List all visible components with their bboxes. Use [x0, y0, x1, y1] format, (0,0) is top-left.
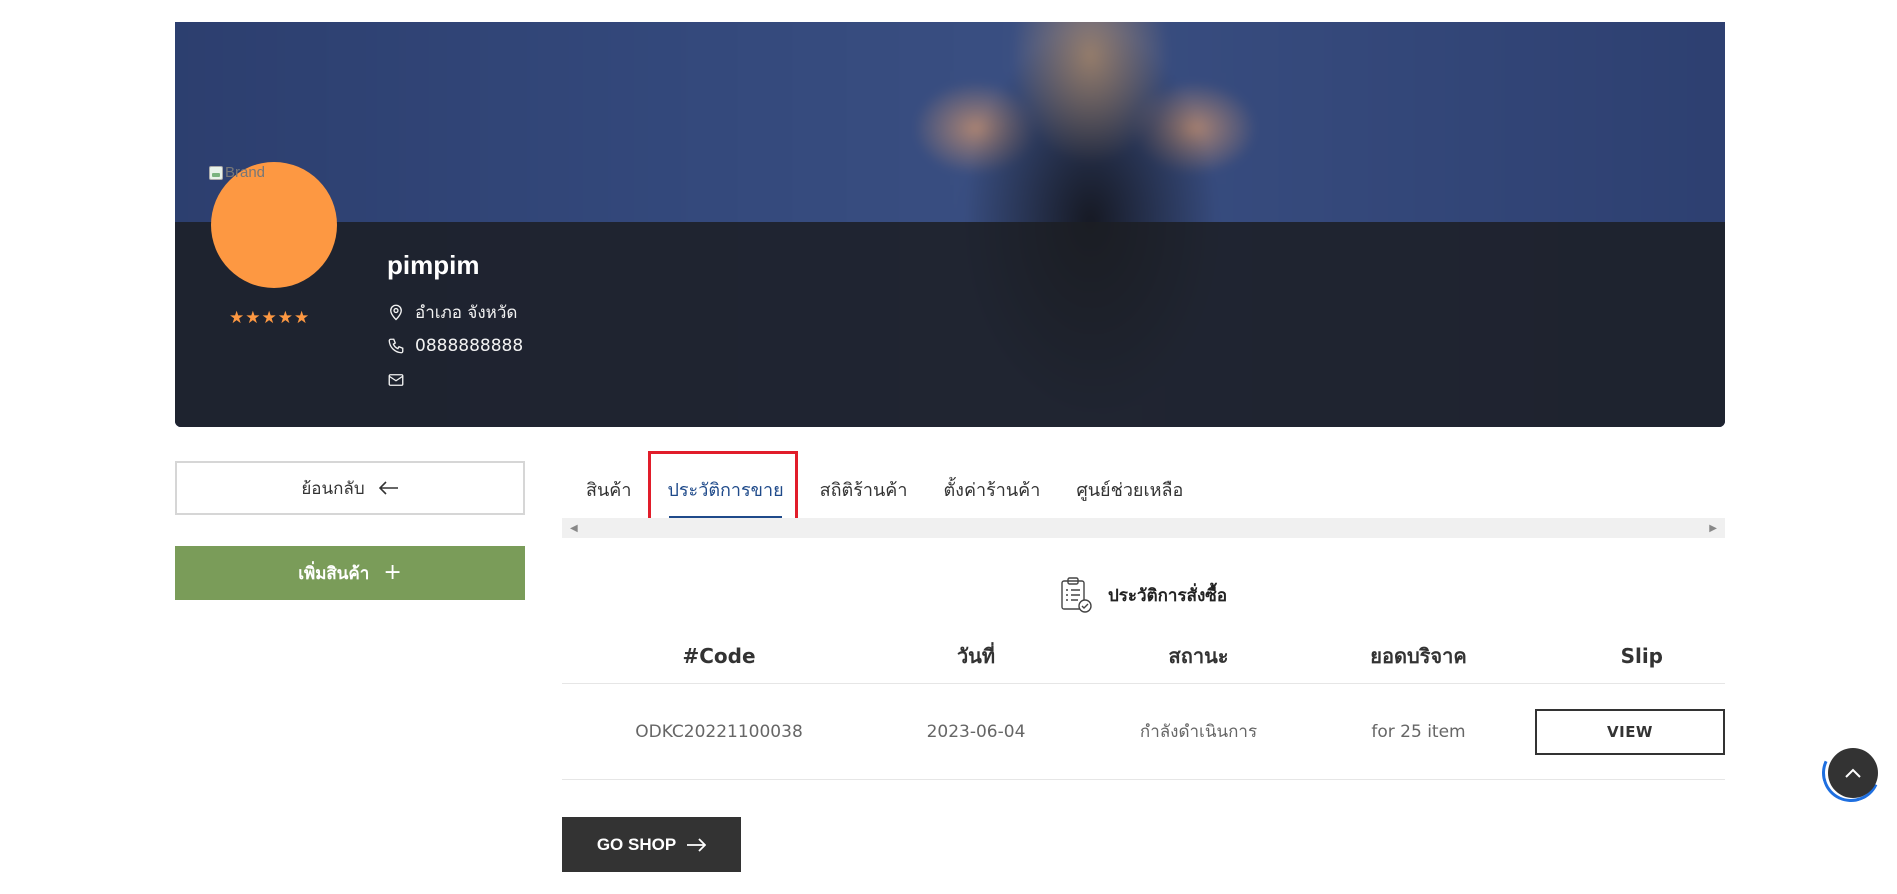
- scroll-right-icon[interactable]: ▶: [1709, 523, 1717, 534]
- shop-avatar-wrap: Brand: [209, 162, 337, 288]
- clipboard-check-icon: [1061, 577, 1092, 613]
- order-date: 2023-06-04: [926, 721, 1026, 742]
- shop-location-row: อำเภอ จังหวัด: [387, 295, 523, 329]
- arrow-right-icon: [687, 837, 707, 852]
- order-amount: for 25 item: [1371, 721, 1466, 742]
- shop-email-row: [387, 363, 523, 397]
- map-pin-icon: [390, 304, 402, 321]
- order-history-title: ประวัติการสั่งซื้อ: [1108, 585, 1228, 606]
- shop-rating-stars: ★★★★★: [229, 308, 311, 328]
- tab-shop-settings[interactable]: ตั้งค่าร้านค้า: [925, 462, 1058, 518]
- plus-icon: +: [383, 560, 402, 585]
- shop-name: pimpim: [387, 250, 480, 280]
- shop-location: อำเภอ จังหวัด: [415, 302, 518, 323]
- order-status: กำลังดำเนินการ: [1139, 722, 1258, 742]
- back-button-label: ย้อนกลับ: [301, 478, 365, 499]
- table-row: ODKC20221100038 2023-06-04 กำลังดำเนินกา…: [562, 684, 1725, 780]
- order-slip-cell: VIEW: [1516, 708, 1725, 755]
- view-slip-button[interactable]: VIEW: [1535, 708, 1725, 755]
- chevron-up-icon: [1845, 768, 1861, 778]
- avatar-alt-text: Brand: [209, 164, 265, 181]
- arrow-left-icon: [378, 481, 398, 495]
- phone-icon: [388, 338, 404, 354]
- column-header-date: วันที่: [956, 643, 996, 668]
- tab-shop-statistics[interactable]: สถิติร้านค้า: [802, 462, 926, 518]
- shop-info: pimpim อำเภอ จังหวัด 0888888888: [387, 250, 523, 397]
- avatar-alt-label: Brand: [225, 164, 266, 181]
- shop-phone: 0888888888: [415, 336, 524, 356]
- shop-dashboard-page: Brand ★★★★★ pimpim อำเภอ จังหวัด 0888888…: [0, 0, 1897, 894]
- tab-help-center[interactable]: ศูนย์ช่วยเหลือ: [1058, 462, 1201, 518]
- column-header-code: #Code: [682, 643, 756, 668]
- tab-products[interactable]: สินค้า: [562, 462, 649, 518]
- go-shop-label: GO SHOP: [596, 834, 677, 854]
- column-header-status: สถานะ: [1168, 643, 1229, 668]
- mail-icon: [388, 374, 404, 386]
- order-code: ODKC20221100038: [635, 721, 803, 742]
- back-to-top-button[interactable]: [1828, 748, 1878, 798]
- add-product-button[interactable]: เพิ่มสินค้า +: [175, 546, 525, 600]
- back-button[interactable]: ย้อนกลับ: [175, 461, 525, 515]
- add-product-label: เพิ่มสินค้า: [298, 563, 370, 584]
- order-history-heading: ประวัติการสั่งซื้อ: [1060, 576, 1227, 614]
- column-header-amount: ยอดบริจาค: [1370, 643, 1467, 668]
- shop-tabs: สินค้า ประวัติการขาย สถิติร้านค้า ตั้งค่…: [562, 462, 1201, 518]
- go-shop-button[interactable]: GO SHOP: [562, 817, 741, 872]
- table-header: #Code วันที่ สถานะ ยอดบริจาค Slip: [562, 628, 1725, 684]
- shop-banner: Brand ★★★★★ pimpim อำเภอ จังหวัด 0888888…: [175, 22, 1725, 427]
- shop-phone-row: 0888888888: [387, 329, 523, 363]
- broken-image-icon: [209, 165, 223, 180]
- scroll-left-icon[interactable]: ◀: [570, 523, 578, 534]
- order-history-table: #Code วันที่ สถานะ ยอดบริจาค Slip ODKC20…: [562, 628, 1725, 780]
- tabs-scrollbar[interactable]: ◀ ▶: [562, 518, 1725, 538]
- tab-sales-history[interactable]: ประวัติการขาย: [649, 462, 801, 518]
- column-header-slip: Slip: [1620, 643, 1663, 668]
